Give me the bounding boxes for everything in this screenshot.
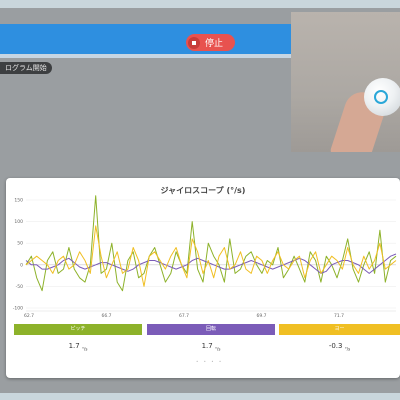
stop-button[interactable]: 停止 bbox=[186, 34, 235, 51]
program-start-label: ログラム開始 bbox=[0, 62, 52, 74]
x-tick-label: 69.7 bbox=[256, 313, 266, 319]
y-tick-label: 0 bbox=[20, 262, 23, 268]
roll-value-number: 1.7 bbox=[201, 342, 213, 350]
gyroscope-panel: ジャイロスコープ (°/s) 150 100 50 0 -50 -100 62.7 66.7 6… bbox=[6, 178, 400, 378]
roll-button[interactable]: 回転 bbox=[147, 324, 275, 335]
yaw-value: -0.3 °/s bbox=[279, 342, 400, 351]
camera-preview bbox=[291, 12, 400, 152]
bottom-frame bbox=[0, 393, 400, 400]
y-tick-label: 150 bbox=[14, 198, 23, 204]
pitch-value-number: 1.7 bbox=[68, 342, 80, 350]
yaw-button-label: ヨー bbox=[334, 326, 345, 332]
stop-label: 停止 bbox=[205, 39, 224, 49]
y-tick-label: -50 bbox=[16, 284, 23, 290]
roll-value-unit: °/s bbox=[214, 346, 221, 352]
pitch-value-unit: °/s bbox=[81, 346, 88, 352]
y-tick-label: 50 bbox=[17, 241, 23, 247]
series-line-ヨー bbox=[25, 225, 397, 287]
yaw-value-number: -0.3 bbox=[328, 342, 343, 350]
pitch-button[interactable]: ピッチ bbox=[14, 324, 142, 335]
robot-ball-image bbox=[364, 78, 400, 116]
y-tick-label: 100 bbox=[14, 219, 23, 225]
page-indicator: • • • • bbox=[196, 359, 224, 364]
ball-logo-icon bbox=[374, 90, 388, 104]
x-tick-label: 62.7 bbox=[24, 313, 34, 319]
roll-button-label: 回転 bbox=[205, 326, 216, 332]
pitch-value: 1.7 °/s bbox=[14, 342, 142, 351]
y-tick-label: -100 bbox=[13, 306, 23, 312]
pitch-button-label: ピッチ bbox=[70, 326, 86, 332]
x-tick-label: 71.7 bbox=[334, 313, 344, 319]
x-tick-label: 66.7 bbox=[101, 313, 111, 319]
yaw-value-unit: °/s bbox=[344, 346, 351, 352]
x-tick-label: 67.7 bbox=[179, 313, 189, 319]
stop-icon bbox=[188, 36, 200, 49]
roll-value: 1.7 °/s bbox=[147, 342, 275, 351]
yaw-button[interactable]: ヨー bbox=[279, 324, 400, 335]
